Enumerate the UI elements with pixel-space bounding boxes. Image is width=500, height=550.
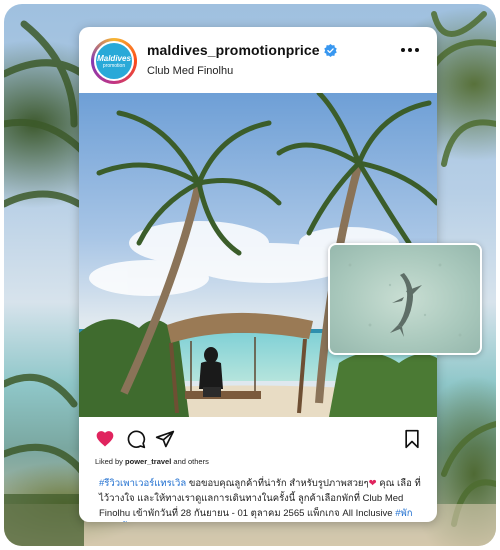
- caption-text-1: ขอขอบคุณลูกค้าที่น่ารัก สำหรับรูปภาพสวยๆ: [186, 478, 369, 489]
- baby-shark-underwater-image: [348, 263, 462, 337]
- username-row: maldives_promotionprice: [147, 42, 337, 58]
- liked-by-text: Liked by power_travel and others: [95, 457, 209, 466]
- inset-shark-photo: [328, 243, 482, 355]
- heart-emoji-icon: ❤: [368, 478, 377, 489]
- avatar-logo-text: Maldives: [97, 53, 131, 63]
- hashtag-review[interactable]: #รีวิวเพาเวอร์แทรเวิล: [99, 478, 186, 489]
- dot-icon: [401, 48, 405, 52]
- promo-collage: Maldives promotion maldives_promotionpri…: [0, 0, 500, 550]
- avatar-logo: Maldives promotion: [94, 41, 134, 81]
- share-icon[interactable]: [155, 429, 175, 449]
- dot-icon: [408, 48, 412, 52]
- post-caption: #รีวิวเพาเวอร์แทรเวิล ขอขอบคุณลูกค้าที่น…: [99, 476, 425, 522]
- liked-by-prefix: Liked by: [95, 457, 123, 466]
- bookmark-icon[interactable]: [402, 429, 422, 449]
- dot-icon: [415, 48, 419, 52]
- more-options-button[interactable]: [401, 45, 419, 55]
- liked-by-user[interactable]: power_travel: [125, 457, 171, 466]
- heart-filled-icon[interactable]: [95, 429, 115, 449]
- post-header: Maldives promotion maldives_promotionpri…: [79, 27, 437, 93]
- avatar-logo-subtext: promotion: [102, 62, 126, 69]
- liked-by-suffix[interactable]: and others: [173, 457, 208, 466]
- verified-badge-icon: [323, 43, 337, 57]
- avatar[interactable]: Maldives promotion: [91, 38, 137, 84]
- post-actions: [79, 417, 437, 453]
- username[interactable]: maldives_promotionprice: [147, 42, 320, 58]
- post-location[interactable]: Club Med Finolhu: [147, 65, 233, 77]
- comment-icon[interactable]: [126, 429, 146, 449]
